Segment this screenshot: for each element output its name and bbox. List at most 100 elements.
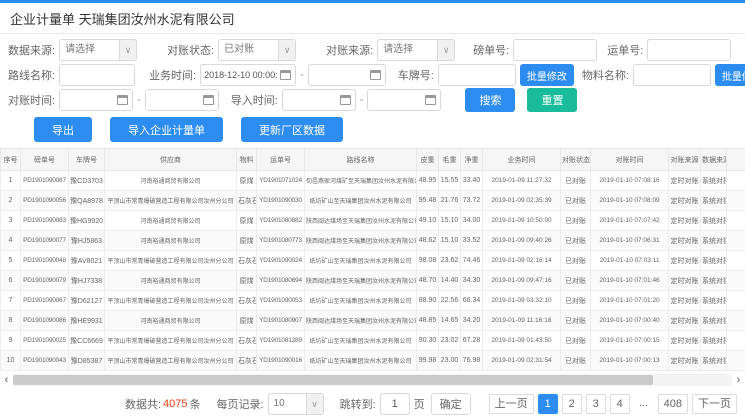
- import-time-from-input[interactable]: [283, 95, 340, 105]
- jump-confirm-button[interactable]: 确定: [431, 393, 471, 415]
- route-name-input[interactable]: [59, 64, 135, 86]
- page-number[interactable]: 4: [610, 394, 630, 414]
- table-cell: 定时对账: [669, 351, 701, 371]
- material-name-input[interactable]: [633, 64, 711, 86]
- table-cell: 平顶山市常青爆破营造工程有限公司汝州分公司: [105, 291, 237, 311]
- table-cell: 陕西闽达煤场至天瑞集团汝州水泥有限公司: [305, 311, 417, 331]
- jump-page-input[interactable]: [380, 393, 410, 415]
- page-number[interactable]: 3: [586, 394, 606, 414]
- biz-time-to-picker[interactable]: [308, 64, 386, 86]
- table-row[interactable]: 5PD1901090048豫AV8021平顶山市常青爆破营造工程有限公司汝州分公…: [1, 251, 745, 271]
- filter-material-name: 物料名称: 批量修改: [582, 64, 745, 86]
- range-separator: -: [300, 69, 304, 81]
- per-page-select[interactable]: 10 ∨: [268, 393, 324, 415]
- table-cell: 平顶山市常青爆破营造工程有限公司汝州分公司: [105, 351, 237, 371]
- header-cell: 对账时间: [591, 149, 669, 171]
- biz-time-to-input[interactable]: [309, 70, 370, 80]
- table-cell: 2019-01-10 07:07:42: [591, 211, 669, 231]
- import-time-to-input[interactable]: [368, 95, 425, 105]
- table-cell: 6: [1, 271, 21, 291]
- recon-time-to-input[interactable]: [146, 95, 203, 105]
- table-cell: 90.30: [417, 331, 439, 351]
- data-source-select[interactable]: 请选择 ∨: [59, 39, 137, 61]
- table-cell: 河南裕通商贸有限公司: [105, 311, 237, 331]
- filter-recon-source: 对账来源: 请选择 ∨: [326, 39, 455, 61]
- recon-time-to-picker[interactable]: [145, 89, 219, 111]
- table-cell: 定时对账: [669, 311, 701, 331]
- material-name-label: 物料名称:: [582, 67, 629, 83]
- prev-page-button[interactable]: 上一页: [489, 394, 534, 414]
- table-cell: 系统对接: [701, 171, 727, 191]
- export-button[interactable]: 导出: [34, 117, 92, 142]
- reset-button[interactable]: 重置: [527, 88, 577, 112]
- table-cell: 1: [1, 171, 21, 191]
- material-batch-edit-button[interactable]: 批量修改: [715, 64, 745, 86]
- table-cell: 石灰石: [237, 351, 257, 371]
- table-cell: 88.90: [417, 291, 439, 311]
- table-row[interactable]: 6PD1901090079豫HJ7338河南裕通商贸有限公司原煤YD190108…: [1, 271, 745, 291]
- table-cell: 5: [1, 251, 21, 271]
- table-row[interactable]: 1PD1901090087豫CD3703河南裕通商贸有限公司原煤YD190107…: [1, 171, 745, 191]
- plate-no-label: 车牌号:: [398, 67, 434, 83]
- waybill-no-input[interactable]: [647, 39, 731, 61]
- import-measurement-button[interactable]: 导入企业计量单: [110, 117, 223, 142]
- header-cell: 供应商: [105, 149, 237, 171]
- biz-time-from-picker[interactable]: [200, 64, 296, 86]
- page-number[interactable]: 1: [538, 394, 558, 414]
- import-time-to-picker[interactable]: [367, 89, 441, 111]
- pound-no-input[interactable]: [513, 39, 597, 61]
- recon-status-value: 已对账: [219, 40, 278, 60]
- table-row[interactable]: 4PD1901090077豫HJ5863河南裕通商贸有限公司原煤YD190108…: [1, 231, 745, 251]
- recon-time-from-picker[interactable]: [59, 89, 133, 111]
- biz-time-from-input[interactable]: [201, 70, 280, 80]
- table-cell: 已对账: [561, 331, 591, 351]
- table-cell: 2019-01-10 07:01:20: [591, 291, 669, 311]
- table-cell: YD1901071024: [257, 171, 305, 191]
- table-cell: 4: [1, 231, 21, 251]
- table-cell: 23.62: [439, 251, 461, 271]
- table-cell: 豫HE9931: [69, 311, 105, 331]
- data-table: 序号磅单号车牌号供应商物料运单号路线名称皮重毛重净重业务时间对账状态对账时间对账…: [0, 148, 745, 371]
- range-separator: -: [137, 94, 141, 106]
- plate-no-input[interactable]: [438, 64, 516, 86]
- table-cell: 河南裕通商贸有限公司: [105, 171, 237, 191]
- table-cell: PD1901090043: [21, 351, 69, 371]
- table-row[interactable]: 2PD1901090056豫QA8978平顶山市常青爆破营造工程有限公司汝州分公…: [1, 191, 745, 211]
- plate-batch-edit-button[interactable]: 批量修改: [520, 64, 574, 86]
- import-time-from-picker[interactable]: [282, 89, 356, 111]
- calendar-icon: [340, 95, 351, 105]
- recon-source-value: 请选择: [378, 40, 437, 60]
- table-cell: PD1901090056: [21, 191, 69, 211]
- page-number[interactable]: 408: [658, 394, 688, 414]
- table-row[interactable]: 10PD1901090043豫D85387平顶山市常青爆破营造工程有限公司汝州分…: [1, 351, 745, 371]
- recon-status-select[interactable]: 已对账 ∨: [218, 39, 296, 61]
- page-number[interactable]: 2: [562, 394, 582, 414]
- table-row[interactable]: 9PD1901090025豫CC6669平顶山市常青爆破营造工程有限公司汝州分公…: [1, 331, 745, 351]
- table-row[interactable]: 7PD1901090067豫D62127平顶山市常青爆破营造工程有限公司汝州分公…: [1, 291, 745, 311]
- pound-no-label: 磅单号:: [473, 42, 509, 58]
- table-cell: 陕西闽达煤场至天瑞集团汝州水泥有限公司: [305, 211, 417, 231]
- header-cell: 业务时间: [483, 149, 561, 171]
- table-cell: 系统对接: [701, 291, 727, 311]
- calendar-icon: [425, 95, 436, 105]
- recon-source-select[interactable]: 请选择 ∨: [377, 39, 455, 61]
- scrollbar-track[interactable]: [13, 374, 732, 386]
- scroll-left-icon[interactable]: ‹: [0, 374, 13, 386]
- search-button[interactable]: 搜索: [465, 88, 515, 112]
- next-page-button[interactable]: 下一页: [692, 394, 737, 414]
- scrollbar-thumb[interactable]: [13, 375, 653, 385]
- update-plant-data-button[interactable]: 更新厂区数据: [241, 117, 343, 142]
- calendar-icon: [280, 70, 291, 80]
- scroll-right-icon[interactable]: ›: [732, 374, 745, 386]
- recon-time-from-input[interactable]: [60, 95, 117, 105]
- horizontal-scrollbar[interactable]: ‹ ›: [0, 374, 745, 386]
- table-cell: 2019-0: [727, 191, 745, 211]
- chevron-down-icon: ∨: [278, 40, 295, 60]
- table-row[interactable]: 8PD1901090086豫HE9931河南裕通商贸有限公司原煤YD190108…: [1, 311, 745, 331]
- table-cell: 2019-0: [727, 311, 745, 331]
- filter-panel: 数据来源: 请选择 ∨ 对账状态: 已对账 ∨ 对账来源: 请选择 ∨: [0, 34, 745, 111]
- table-cell: PD1901090067: [21, 291, 69, 311]
- table-cell: 纸坊矿山至天瑞集团汝州水泥有限公司: [305, 191, 417, 211]
- table-cell: 14.65: [439, 311, 461, 331]
- table-row[interactable]: 3PD1901090083豫HG9920河南裕通商贸有限公司原煤YD190108…: [1, 211, 745, 231]
